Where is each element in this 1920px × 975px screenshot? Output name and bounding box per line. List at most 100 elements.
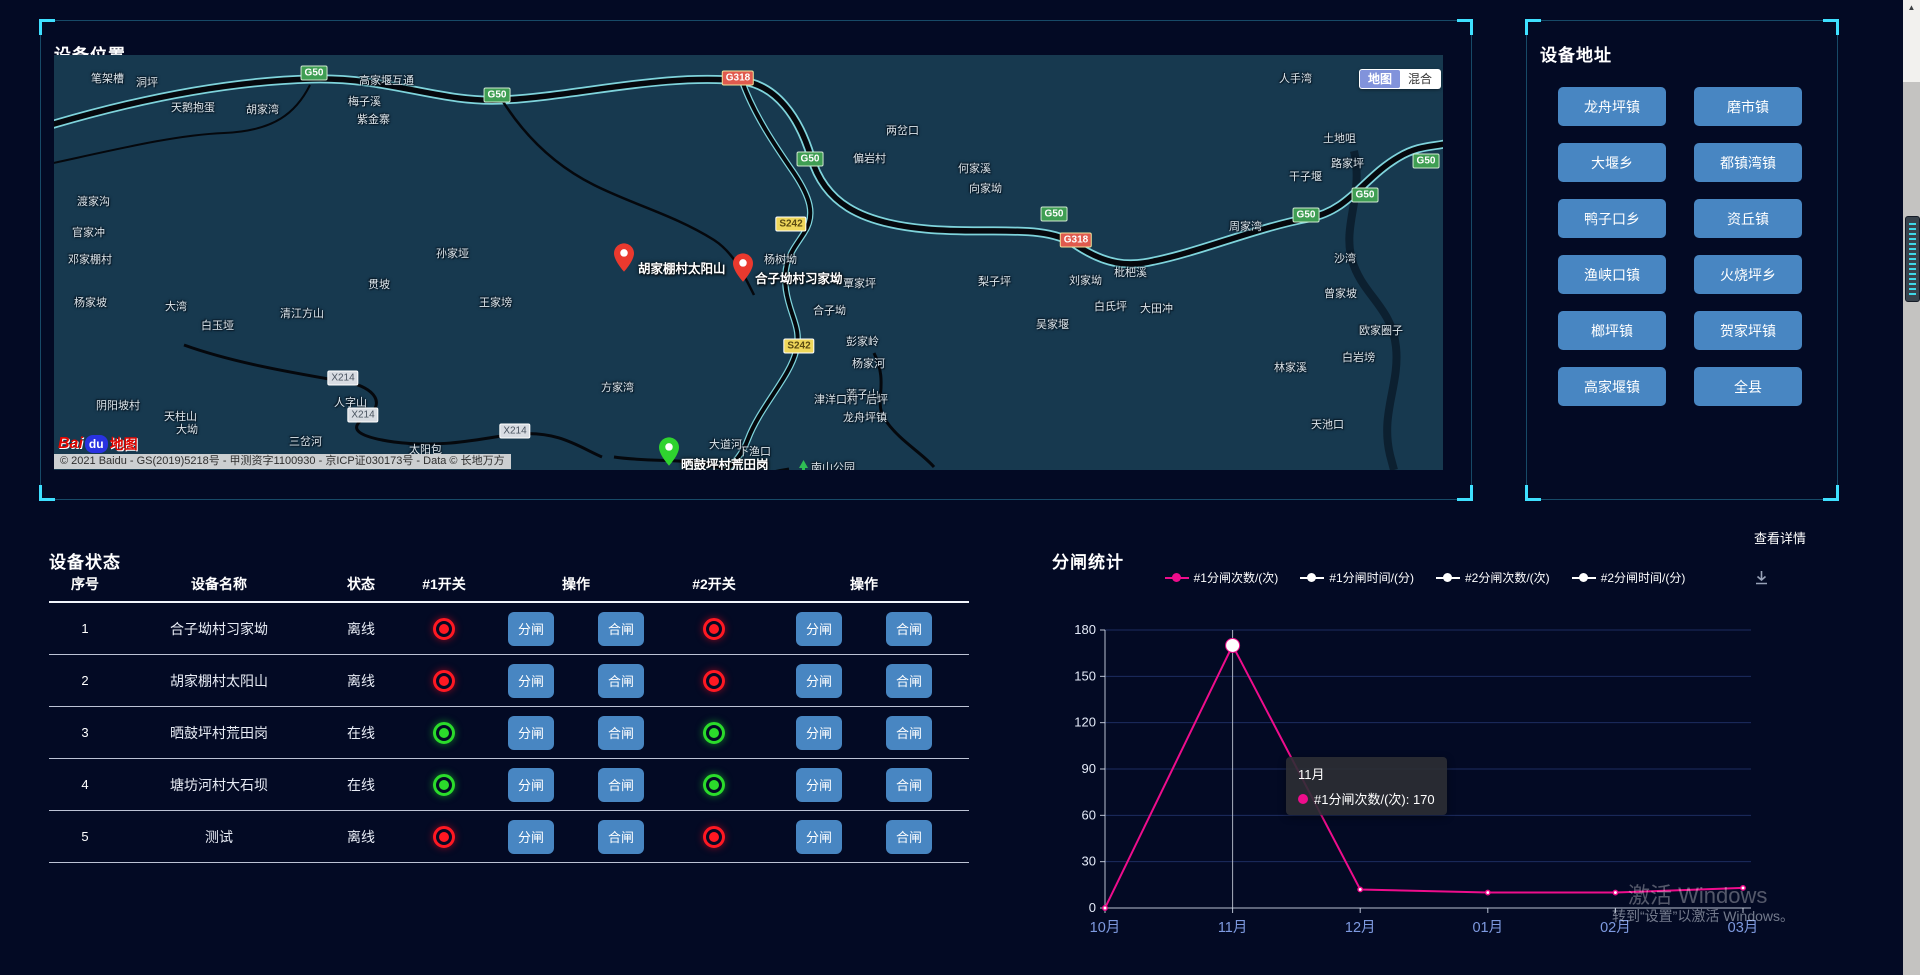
open-switch-button-sw2[interactable]: 分闸 <box>796 716 842 750</box>
device-row-胡家棚村太阳山: 2胡家棚村太阳山离线分闸合闸分闸合闸 <box>49 655 969 707</box>
view-details-link[interactable]: 查看详情 <box>1754 528 1806 547</box>
switch2-indicator-cell <box>669 722 759 744</box>
operation-cell: 分闸 合闸 <box>759 612 969 646</box>
device-index: 5 <box>49 829 121 844</box>
map-place-label: 白玉垭 <box>201 317 234 333</box>
map-place-label: 阴阳坡村 <box>96 397 140 413</box>
open-switch-button-sw2[interactable]: 分闸 <box>796 768 842 802</box>
address-button-贺家坪镇[interactable]: 贺家坪镇 <box>1694 311 1802 350</box>
svg-text:0: 0 <box>1089 900 1096 915</box>
map-pin-晒鼓坪村荒田岗[interactable] <box>659 437 679 466</box>
close-switch-button-sw1[interactable]: 合闸 <box>598 612 644 646</box>
device-row-测试: 5测试离线分闸合闸分闸合闸 <box>49 811 969 863</box>
operation-cell: 分闸 合闸 <box>759 768 969 802</box>
status-header-cell: 设备名称 <box>121 574 317 594</box>
address-button-高家堰镇[interactable]: 高家堰镇 <box>1558 367 1666 406</box>
map-place-label: 天池口 <box>1311 416 1344 432</box>
operation-cell: 分闸 合闸 <box>483 612 669 646</box>
address-button-渔峡口镇[interactable]: 渔峡口镇 <box>1558 255 1666 294</box>
map-place-label: 南山公园 <box>798 459 855 470</box>
map-place-label: 渡家沟 <box>77 193 110 209</box>
road-badge-G318: G318 <box>1060 233 1092 248</box>
map-place-label: 周家湾 <box>1229 218 1262 234</box>
operation-cell: 分闸 合闸 <box>483 664 669 698</box>
map-place-label: 干子堰 <box>1289 168 1322 184</box>
address-button-榔坪镇[interactable]: 榔坪镇 <box>1558 311 1666 350</box>
map-pin-合子坳村习家坳[interactable] <box>733 253 753 282</box>
open-switch-button-sw1[interactable]: 分闸 <box>508 716 554 750</box>
device-name: 合子坳村习家坳 <box>121 619 317 639</box>
map-place-label: 合子坳 <box>813 302 846 318</box>
road-badge-G50: G50 <box>797 152 824 167</box>
legend-marker-dot <box>1443 573 1452 582</box>
open-switch-button-sw2[interactable]: 分闸 <box>796 820 842 854</box>
map-place-label: 人手湾 <box>1279 70 1312 86</box>
status-header-cell: #1开关 <box>405 574 483 594</box>
switch2-indicator-cell <box>669 826 759 848</box>
close-switch-button-sw2[interactable]: 合闸 <box>886 664 932 698</box>
address-button-鸭子口乡[interactable]: 鸭子口乡 <box>1558 199 1666 238</box>
panel-corner <box>39 19 55 35</box>
close-switch-button-sw1[interactable]: 合闸 <box>598 820 644 854</box>
device-index: 4 <box>49 777 121 792</box>
open-switch-button-sw1[interactable]: 分闸 <box>508 612 554 646</box>
close-switch-button-sw1[interactable]: 合闸 <box>598 768 644 802</box>
map-place-label: 白氏坪 <box>1094 298 1127 314</box>
legend-item-#1分闸次数/(次)[interactable]: #1分闸次数/(次) <box>1165 569 1279 586</box>
close-switch-button-sw2[interactable]: 合闸 <box>886 612 932 646</box>
map-pin-胡家棚村太阳山[interactable] <box>614 243 634 272</box>
road-badge-G50: G50 <box>1413 154 1440 169</box>
device-row-晒鼓坪村荒田岗: 3晒鼓坪村荒田岗在线分闸合闸分闸合闸 <box>49 707 969 759</box>
map-type-hybrid-option[interactable]: 混合 <box>1400 70 1440 88</box>
status-header-cell: #2开关 <box>669 574 759 594</box>
baidu-logo[interactable]: Bai du 地图 <box>58 433 138 455</box>
close-switch-button-sw2[interactable]: 合闸 <box>886 768 932 802</box>
address-button-全县[interactable]: 全县 <box>1694 367 1802 406</box>
address-button-磨市镇[interactable]: 磨市镇 <box>1694 87 1802 126</box>
switch2-indicator-red <box>703 826 725 848</box>
address-button-大堰乡[interactable]: 大堰乡 <box>1558 143 1666 182</box>
map-type-map-option[interactable]: 地图 <box>1360 70 1400 88</box>
page-scrollbar[interactable]: ▲ <box>1903 0 1920 975</box>
close-switch-button-sw1[interactable]: 合闸 <box>598 664 644 698</box>
map-pin-label: 合子坳村习家坳 <box>755 268 843 287</box>
map-place-label: 高家堰互通 <box>359 72 414 88</box>
device-status: 在线 <box>317 723 405 743</box>
device-status: 在线 <box>317 775 405 795</box>
legend-item-#2分闸时间/(分)[interactable]: #2分闸时间/(分) <box>1572 569 1686 586</box>
open-switch-button-sw2[interactable]: 分闸 <box>796 612 842 646</box>
svg-text:01月: 01月 <box>1472 920 1503 936</box>
open-switch-button-sw1[interactable]: 分闸 <box>508 768 554 802</box>
map-place-label: 杨树坳 <box>764 251 797 267</box>
map-place-label: 大湾 <box>165 298 187 314</box>
address-button-火烧坪乡[interactable]: 火烧坪乡 <box>1694 255 1802 294</box>
address-button-龙舟坪镇[interactable]: 龙舟坪镇 <box>1558 87 1666 126</box>
baidu-map[interactable]: 笔架槽洞坪天鹅抱蛋胡家湾高家堰互通梅子溪紫金寨渡家沟官家冲邓家棚村杨家坡大湾白玉… <box>54 55 1443 470</box>
open-switch-button-sw1[interactable]: 分闸 <box>508 664 554 698</box>
legend-label: #1分闸次数/(次) <box>1194 569 1279 586</box>
switch1-indicator-green <box>433 722 455 744</box>
map-place-label: 天鹅抱蛋 <box>171 99 215 115</box>
scrollbar-up-arrow[interactable]: ▲ <box>1903 3 1920 12</box>
device-name: 胡家棚村太阳山 <box>121 671 317 691</box>
map-place-label: 路家坪 <box>1331 155 1364 171</box>
panel-corner <box>1525 19 1541 35</box>
open-switch-button-sw1[interactable]: 分闸 <box>508 820 554 854</box>
device-row-合子坳村习家坳: 1合子坳村习家坳离线分闸合闸分闸合闸 <box>49 603 969 655</box>
close-switch-button-sw2[interactable]: 合闸 <box>886 820 932 854</box>
windows-watermark-line2: 转到“设置”以激活 Windows。 <box>1612 906 1794 926</box>
close-switch-button-sw1[interactable]: 合闸 <box>598 716 644 750</box>
legend-item-#2分闸次数/(次)[interactable]: #2分闸次数/(次) <box>1436 569 1550 586</box>
switch2-indicator-red <box>703 670 725 692</box>
sc rollbar-thumb[interactable] <box>1905 216 1920 302</box>
legend-marker-dot <box>1172 573 1181 582</box>
chart-tooltip: 11月 #1分闸次数/(次): 170 <box>1286 757 1447 815</box>
legend-item-#1分闸时间/(分)[interactable]: #1分闸时间/(分) <box>1300 569 1414 586</box>
svg-text:30: 30 <box>1082 854 1096 869</box>
address-button-资丘镇[interactable]: 资丘镇 <box>1694 199 1802 238</box>
legend-label: #2分闸时间/(分) <box>1601 569 1686 586</box>
address-button-都镇湾镇[interactable]: 都镇湾镇 <box>1694 143 1802 182</box>
close-switch-button-sw2[interactable]: 合闸 <box>886 716 932 750</box>
map-place-label: 三岔河 <box>289 433 322 449</box>
open-switch-button-sw2[interactable]: 分闸 <box>796 664 842 698</box>
